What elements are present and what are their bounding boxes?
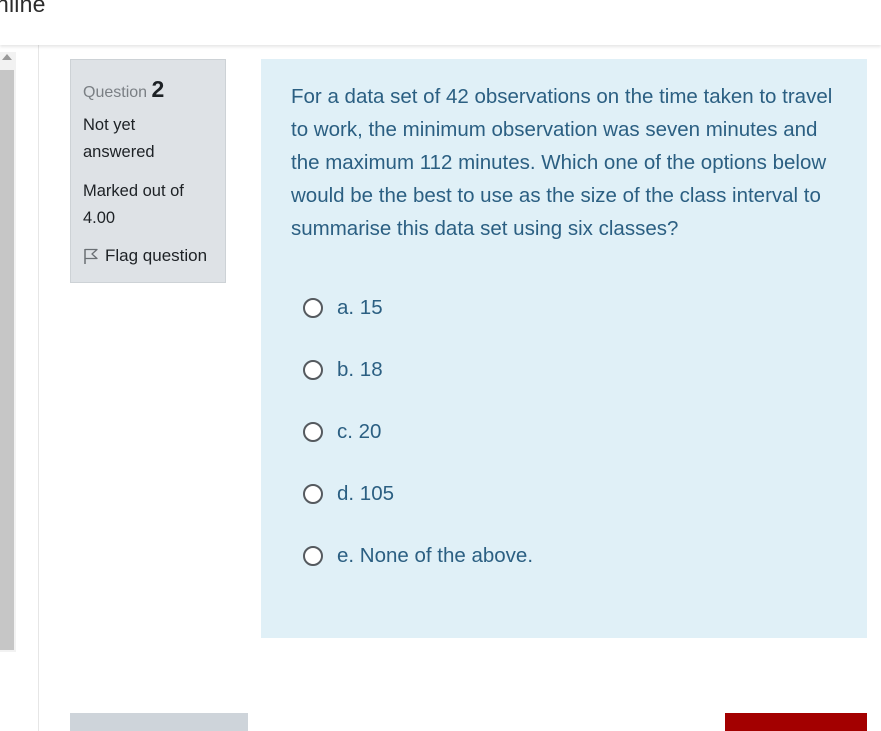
answer-option-b[interactable]: b. 18 <box>291 339 837 401</box>
top-header: nline <box>0 0 881 45</box>
question-grade: Marked out of 4.00 <box>83 178 213 232</box>
radio-button[interactable] <box>303 422 323 442</box>
column-divider <box>38 45 39 731</box>
answer-label: c. 20 <box>337 420 382 443</box>
scroll-up-arrow-icon[interactable] <box>2 54 12 60</box>
state-line-2: answered <box>83 143 155 161</box>
question-info: Question 2 Not yet answered Marked out o… <box>70 59 226 283</box>
flag-question-label: Flag question <box>105 246 208 265</box>
question-number: Question 2 <box>83 74 213 108</box>
radio-button[interactable] <box>303 484 323 504</box>
question-text: For a data set of 42 observations on the… <box>291 85 833 240</box>
flag-icon <box>84 248 98 264</box>
radio-button[interactable] <box>303 298 323 318</box>
question-state: Not yet answered <box>83 112 213 166</box>
answer-label: b. 18 <box>337 358 383 381</box>
question-label: Question <box>83 84 148 101</box>
site-brand[interactable]: nline <box>0 0 46 18</box>
quiz-page: nline Question 2 Not yet answered Marked… <box>0 0 881 731</box>
next-page-button[interactable] <box>725 713 867 731</box>
radio-button[interactable] <box>303 360 323 380</box>
question-number-value: 2 <box>151 76 165 102</box>
answer-label: e. None of the above. <box>337 544 534 567</box>
state-line-1: Not yet <box>83 116 136 134</box>
previous-page-button[interactable] <box>70 713 248 731</box>
question-content: For a data set of 42 observations on the… <box>261 59 867 638</box>
answer-option-e[interactable]: e. None of the above. <box>291 525 837 587</box>
answer-label: d. 105 <box>337 482 394 505</box>
left-scrollbar[interactable] <box>0 52 16 652</box>
answer-options: a. 15 b. 18 c. 20 d. 105 e. None of the … <box>291 277 837 587</box>
scrollbar-thumb[interactable] <box>0 70 14 650</box>
grade-line-1: Marked out of <box>83 182 184 200</box>
answer-label: a. 15 <box>337 296 383 319</box>
flag-question-link[interactable]: Flag question <box>83 246 213 266</box>
answer-option-c[interactable]: c. 20 <box>291 401 837 463</box>
answer-option-d[interactable]: d. 105 <box>291 463 837 525</box>
answer-option-a[interactable]: a. 15 <box>291 277 837 339</box>
grade-line-2: 4.00 <box>83 209 116 227</box>
radio-button[interactable] <box>303 546 323 566</box>
